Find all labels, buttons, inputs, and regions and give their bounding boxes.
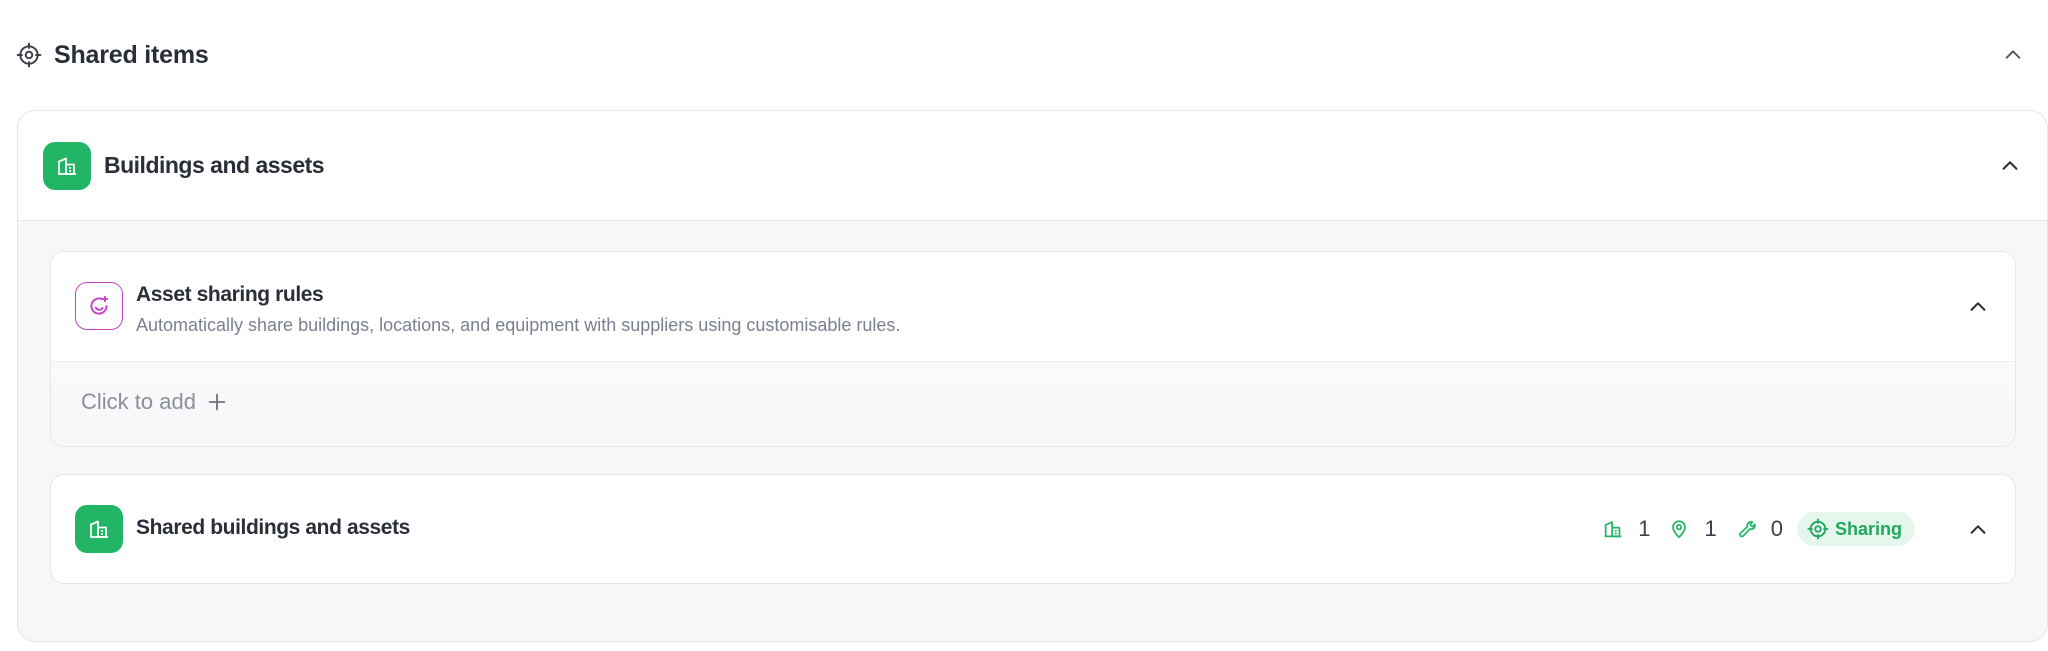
wrench-icon [1735, 518, 1757, 540]
buildings-assets-card: Buildings and assets Asset sharing rules [17, 110, 2048, 642]
buildings-assets-header[interactable]: Buildings and assets [18, 111, 2047, 221]
sparkle-refresh-icon [75, 282, 123, 330]
equipment-count-value: 0 [1770, 516, 1783, 541]
click-to-add-button[interactable]: Click to add [81, 389, 228, 415]
building-icon [43, 141, 91, 190]
chevron-up-icon[interactable] [1997, 153, 2023, 179]
page: Shared items Buildings and assets Asset … [0, 0, 2048, 651]
asset-sharing-rules-header[interactable]: Asset sharing rules Automatically share … [51, 252, 2015, 362]
buildings-count: 1 [1602, 516, 1650, 542]
asset-sharing-rules-title: Asset sharing rules [136, 283, 324, 306]
chevron-up-icon[interactable] [1965, 517, 1991, 543]
locations-count-value: 1 [1704, 516, 1717, 541]
shared-stats: 1 1 0 Sharing [1602, 511, 1915, 547]
location-pin-icon [1668, 518, 1690, 540]
buildings-count-value: 1 [1638, 516, 1651, 541]
chevron-up-icon[interactable] [1965, 294, 1991, 320]
asset-sharing-rules-subtitle: Automatically share buildings, locations… [136, 315, 901, 335]
asset-sharing-rules-card: Asset sharing rules Automatically share … [50, 251, 2016, 447]
share-target-icon [1807, 518, 1829, 540]
sharing-status-label: Sharing [1834, 518, 1902, 539]
section-title: Shared items [54, 40, 209, 69]
building-icon [75, 505, 123, 553]
chevron-up-icon[interactable] [2000, 42, 2026, 68]
click-to-add-label: Click to add [81, 389, 196, 414]
share-target-icon [16, 42, 42, 68]
shared-items-header[interactable]: Shared items [16, 30, 2026, 80]
locations-count: 1 [1668, 516, 1717, 542]
shared-buildings-title: Shared buildings and assets [136, 516, 410, 539]
sharing-status-badge: Sharing [1796, 512, 1915, 546]
plus-icon [206, 391, 228, 413]
asset-sharing-rules-body: Click to add [51, 362, 2015, 446]
shared-buildings-card[interactable]: Shared buildings and assets 1 1 0 Sharin… [50, 474, 2016, 584]
equipment-count: 0 [1735, 516, 1783, 542]
buildings-assets-title: Buildings and assets [104, 152, 325, 178]
building-icon [1602, 518, 1624, 540]
